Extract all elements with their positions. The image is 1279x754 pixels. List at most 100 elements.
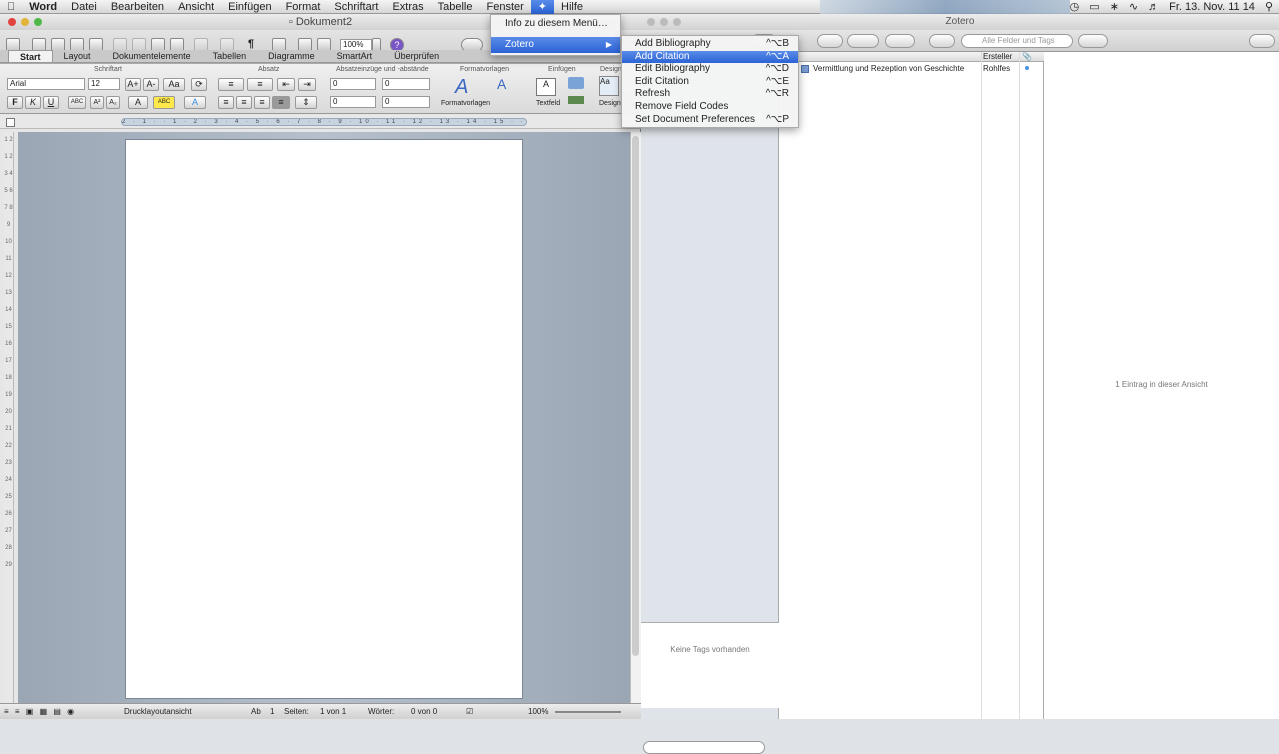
clock[interactable]: Fr. 13. Nov. 11 14	[1169, 1, 1255, 13]
menu-item-about[interactable]: Info zu diesem Menü…	[491, 16, 620, 32]
indent-right-field[interactable]: 0	[382, 78, 430, 90]
display-icon[interactable]: ▭	[1089, 0, 1099, 13]
numbering-icon[interactable]: ≡	[247, 78, 273, 91]
menu-item-add-bibliography[interactable]: Add Bibliography ^⌥B	[622, 38, 798, 51]
align-left-icon[interactable]: ≡	[218, 96, 234, 109]
items-pane[interactable]	[779, 52, 1044, 719]
quick-styles-icon[interactable]: A	[497, 76, 506, 92]
script-menu-icon[interactable]: ✦	[530, 0, 554, 14]
zotero-minimize-icon[interactable]	[660, 18, 668, 26]
tab-dokumentelemente[interactable]: Dokumentelemente	[102, 50, 202, 62]
tab-ueberpruefen[interactable]: Überprüfen	[383, 50, 450, 62]
volume-icon[interactable]: ♬	[1148, 1, 1159, 13]
tab-stop-icon[interactable]	[6, 118, 15, 127]
highlight-icon[interactable]: ABC	[153, 96, 175, 109]
zotero-search-input[interactable]: Alle Felder und Tags	[961, 34, 1073, 48]
table-row[interactable]: Vermittlung und Rezeption von Geschichte…	[779, 63, 1044, 74]
bold-icon[interactable]: F	[7, 96, 23, 109]
menu-item-add-citation[interactable]: Add Citation ^⌥A	[622, 50, 798, 64]
italic-icon[interactable]: K	[25, 96, 41, 109]
tab-start[interactable]: Start	[8, 50, 53, 62]
menu-fenster[interactable]: Fenster	[479, 0, 530, 14]
strikethrough-icon[interactable]: ABC	[68, 96, 86, 109]
picture-icon[interactable]	[568, 96, 584, 104]
menu-item-refresh[interactable]: Refresh ^⌥R	[622, 88, 798, 101]
menu-datei[interactable]: Datei	[64, 0, 104, 14]
sync-button[interactable]	[1249, 34, 1275, 48]
tag-filter-input[interactable]	[643, 741, 765, 754]
spellcheck-icon[interactable]: ☑	[466, 704, 473, 719]
decrease-indent-icon[interactable]: ⇤	[277, 78, 295, 91]
view-buttons-icon[interactable]: ≡ ≡ ▣ ▦ ▤ ◉	[4, 704, 76, 719]
vertical-ruler[interactable]: 1 2 1 2 3 4 5 6 7 8 9 10 11 12 13 14 15 …	[4, 132, 14, 712]
underline-icon[interactable]: U	[43, 96, 59, 109]
indent-left-field[interactable]: 0	[330, 78, 376, 90]
horizontal-ruler[interactable]: 2 · 1 · · 1 · 2 · 3 · 4 · 5 · 6 · 7 · 8 …	[0, 115, 641, 129]
attachment-column-icon[interactable]: 📎	[1022, 52, 1032, 61]
bluetooth-icon[interactable]: ∗	[1110, 0, 1119, 13]
document-page[interactable]	[125, 139, 523, 699]
advanced-search-button[interactable]	[929, 34, 955, 48]
tab-smartart[interactable]: SmartArt	[326, 50, 384, 62]
font-name-field[interactable]: Arial	[7, 78, 85, 90]
zoom-slider[interactable]	[555, 711, 621, 713]
menu-item-zotero[interactable]: Zotero ▶	[491, 37, 620, 53]
shrink-font-icon[interactable]: A-	[143, 78, 159, 91]
formatvorlagen-label[interactable]: Formatvorlagen	[441, 100, 490, 107]
menu-einfuegen[interactable]: Einfügen	[221, 0, 278, 14]
font-color-icon[interactable]: A	[128, 96, 148, 109]
increase-indent-icon[interactable]: ⇥	[298, 78, 316, 91]
space-before-field[interactable]: 0	[330, 96, 376, 108]
apple-menu-icon[interactable]: 	[0, 0, 22, 14]
menu-ansicht[interactable]: Ansicht	[171, 0, 221, 14]
change-case-icon[interactable]: Aa	[163, 78, 185, 91]
textfeld-icon[interactable]: A	[536, 78, 556, 96]
menu-app-word[interactable]: Word	[22, 0, 64, 14]
wifi-icon[interactable]: ∿	[1129, 0, 1138, 13]
shapes-icon[interactable]	[568, 77, 584, 89]
formatvorlagen-icon[interactable]: A	[455, 76, 479, 98]
add-by-identifier-button[interactable]	[847, 34, 879, 48]
close-window-icon[interactable]	[8, 18, 16, 26]
textfeld-label[interactable]: Textfeld	[536, 100, 560, 107]
design-icon[interactable]: Aa	[599, 76, 619, 96]
menu-tabelle[interactable]: Tabelle	[431, 0, 480, 14]
ruler-scale[interactable]: 2 · 1 · · 1 · 2 · 3 · 4 · 5 · 6 · 7 · 8 …	[121, 118, 527, 126]
menu-item-set-document-preferences[interactable]: Set Document Preferences ^⌥P	[622, 114, 798, 127]
text-effects-icon[interactable]: A	[184, 96, 206, 109]
line-spacing-icon[interactable]: ⇕	[295, 96, 317, 109]
clear-formatting-icon[interactable]: ⟳	[191, 78, 207, 91]
space-after-field[interactable]: 0	[382, 96, 430, 108]
menu-item-edit-bibliography[interactable]: Edit Bibliography ^⌥D	[622, 63, 798, 76]
menu-schriftart[interactable]: Schriftart	[327, 0, 385, 14]
align-right-icon[interactable]: ≡	[254, 96, 270, 109]
locate-button[interactable]	[1078, 34, 1108, 48]
new-note-button[interactable]	[885, 34, 915, 48]
subscript-icon[interactable]: A₂	[106, 96, 120, 109]
design-label[interactable]: Design	[599, 100, 621, 107]
zotero-zoom-icon[interactable]	[673, 18, 681, 26]
menu-item-remove-field-codes[interactable]: Remove Field Codes	[622, 101, 798, 114]
grow-font-icon[interactable]: A+	[125, 78, 141, 91]
time-machine-icon[interactable]: ◷	[1070, 0, 1080, 13]
bullets-icon[interactable]: ≡	[218, 78, 244, 91]
menu-extras[interactable]: Extras	[385, 0, 430, 14]
zotero-close-icon[interactable]	[647, 18, 655, 26]
collections-pane[interactable]: Keine Tags vorhanden	[641, 52, 779, 754]
column-creator[interactable]: Ersteller	[983, 52, 1012, 61]
spotlight-icon[interactable]: ⚲	[1265, 0, 1273, 13]
font-size-field[interactable]: 12	[88, 78, 120, 90]
menu-format[interactable]: Format	[279, 0, 328, 14]
tab-diagramme[interactable]: Diagramme	[257, 50, 326, 62]
minimize-window-icon[interactable]	[21, 18, 29, 26]
tab-tabellen[interactable]: Tabellen	[202, 50, 258, 62]
vertical-scrollbar[interactable]	[630, 132, 641, 712]
scroll-thumb[interactable]	[632, 136, 639, 656]
menu-item-edit-citation[interactable]: Edit Citation ^⌥E	[622, 76, 798, 89]
superscript-icon[interactable]: A²	[90, 96, 104, 109]
zoom-window-icon[interactable]	[34, 18, 42, 26]
menu-bearbeiten[interactable]: Bearbeiten	[104, 0, 171, 14]
justify-icon[interactable]: ≡	[272, 96, 290, 109]
menu-hilfe[interactable]: Hilfe	[554, 0, 590, 14]
tab-layout[interactable]: Layout	[53, 50, 102, 62]
